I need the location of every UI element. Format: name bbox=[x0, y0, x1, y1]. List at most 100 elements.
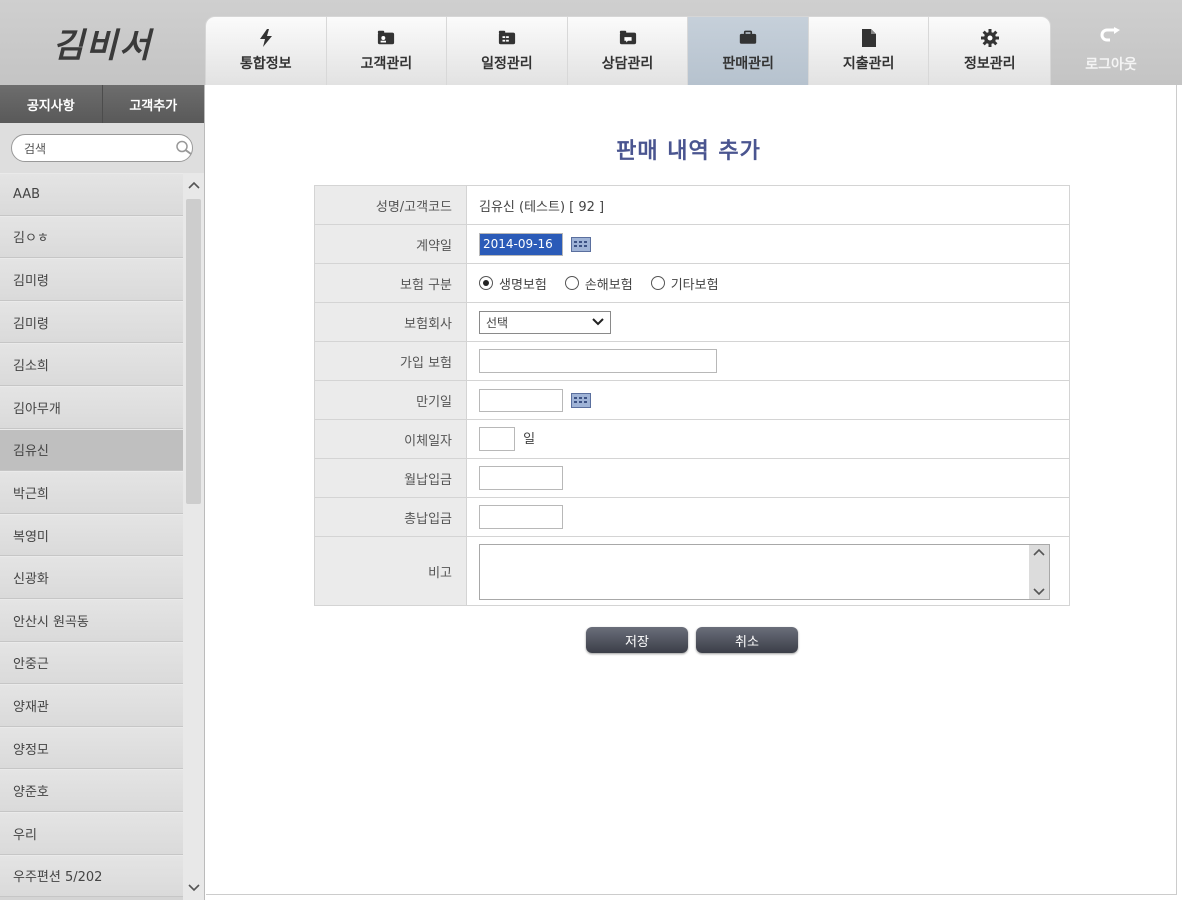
tab-expense-management[interactable]: 지출관리 bbox=[809, 17, 930, 85]
name-code-value: 김유신 (테스트) [ 92 ] bbox=[466, 185, 1070, 225]
select-value: 선택 bbox=[486, 315, 509, 330]
memo-textarea[interactable] bbox=[479, 544, 1050, 600]
briefcase-icon bbox=[739, 29, 757, 47]
tab-label: 일정관리 bbox=[481, 56, 533, 72]
customer-list-scrollbar[interactable] bbox=[183, 173, 204, 900]
radio-label: 기타보험 bbox=[670, 277, 719, 293]
tab-label: 지출관리 bbox=[842, 56, 895, 72]
sales-form: 성명/고객코드 김유신 (테스트) [ 92 ] 계약일 보험 구분 생명보험 bbox=[314, 185, 1070, 606]
search-box bbox=[11, 134, 193, 162]
scroll-thumb[interactable] bbox=[186, 199, 201, 504]
list-item-selected[interactable]: 김유신 bbox=[0, 428, 183, 472]
app-logo[interactable]: 김비서 bbox=[0, 0, 205, 85]
tab-integrated-info[interactable]: 통합정보 bbox=[206, 17, 327, 85]
chevron-down-icon bbox=[592, 318, 604, 326]
list-item[interactable]: 복영미 bbox=[0, 513, 183, 557]
field-label: 보험회사 bbox=[314, 302, 467, 342]
cancel-button[interactable]: 취소 bbox=[696, 627, 798, 653]
search-area bbox=[0, 123, 204, 173]
calendar-icon[interactable] bbox=[571, 392, 592, 408]
lightning-icon bbox=[257, 29, 275, 47]
tab-schedule-management[interactable]: 일정관리 bbox=[447, 17, 568, 85]
memo-scrollbar[interactable] bbox=[1029, 545, 1049, 599]
logout-arrow-icon bbox=[1100, 27, 1122, 48]
search-icon[interactable] bbox=[174, 140, 194, 156]
day-unit-label: 일 bbox=[523, 431, 536, 447]
list-item[interactable]: 우리 bbox=[0, 811, 183, 855]
list-item[interactable]: 신광화 bbox=[0, 556, 183, 599]
tab-label: 고객관리 bbox=[360, 56, 413, 72]
radio-life-insurance[interactable]: 생명보험 bbox=[479, 274, 547, 293]
tab-info-management[interactable]: 정보관리 bbox=[929, 17, 1050, 85]
list-item[interactable]: 김ㅇㅎ bbox=[0, 215, 183, 259]
field-label: 만기일 bbox=[314, 380, 467, 420]
page-title: 판매 내역 추가 bbox=[616, 139, 761, 164]
field-label: 보험 구분 bbox=[314, 263, 467, 303]
maturity-date-input[interactable] bbox=[479, 388, 563, 412]
field-label: 이체일자 bbox=[314, 419, 467, 459]
scroll-down-button[interactable] bbox=[183, 876, 204, 900]
main-content: 판매 내역 추가 성명/고객코드 김유신 (테스트) [ 92 ] 계약일 보험… bbox=[206, 85, 1177, 895]
logout-button[interactable]: 로그아웃 bbox=[1052, 16, 1170, 85]
list-item[interactable]: 박근희 bbox=[0, 471, 183, 514]
calendar-folder-icon bbox=[498, 29, 516, 47]
tab-label: 정보관리 bbox=[963, 56, 1016, 72]
monthly-payment-input[interactable] bbox=[479, 466, 563, 490]
list-item[interactable]: AAB bbox=[0, 173, 183, 216]
sidebar-actions: 공지사항 고객추가 bbox=[0, 85, 204, 123]
add-customer-button[interactable]: 고객추가 bbox=[103, 85, 205, 123]
search-input[interactable] bbox=[24, 141, 174, 155]
field-label: 가입 보험 bbox=[314, 341, 467, 381]
list-item[interactable]: 양재관 bbox=[0, 684, 183, 727]
list-item[interactable]: 우주편션 5/202 bbox=[0, 854, 183, 898]
tab-label: 통합정보 bbox=[240, 56, 292, 72]
insurance-company-select[interactable]: 선택 bbox=[479, 310, 611, 334]
main-nav: 통합정보 고객관리 일정관리 상담관리 판매관리 지출관리 정보관리 bbox=[205, 16, 1051, 85]
radio-other-insurance[interactable]: 기타보험 bbox=[650, 274, 719, 293]
save-button[interactable]: 저장 bbox=[586, 627, 688, 653]
list-item[interactable]: 김미령 bbox=[0, 258, 183, 301]
scroll-up-button[interactable] bbox=[183, 173, 204, 197]
chevron-down-icon bbox=[187, 884, 200, 892]
list-item[interactable]: 안중근 bbox=[0, 641, 183, 685]
field-label: 월납입금 bbox=[314, 458, 467, 498]
tab-customer-management[interactable]: 고객관리 bbox=[327, 17, 448, 85]
customer-sidebar: 공지사항 고객추가 AAB 김ㅇㅎ 김미령 김미령 김소희 김아무개 김유신 박… bbox=[0, 85, 205, 900]
chevron-down-icon[interactable] bbox=[1033, 588, 1045, 596]
contract-date-input[interactable] bbox=[479, 232, 563, 256]
radio-button[interactable] bbox=[564, 276, 579, 290]
gear-icon bbox=[980, 29, 999, 47]
tab-label: 판매관리 bbox=[722, 56, 774, 72]
consult-folder-icon bbox=[619, 29, 637, 47]
list-item[interactable]: 김미령 bbox=[0, 300, 183, 344]
field-label: 성명/고객코드 bbox=[314, 185, 467, 225]
tab-label: 상담관리 bbox=[601, 56, 654, 72]
chevron-up-icon bbox=[187, 181, 200, 189]
tab-consultation-management[interactable]: 상담관리 bbox=[568, 17, 689, 85]
radio-label: 생명보험 bbox=[499, 277, 547, 293]
app-header: 김비서 통합정보 고객관리 일정관리 상담관리 판매관리 지출관리 정보관리 로… bbox=[0, 0, 1182, 85]
field-label: 총납입금 bbox=[314, 497, 467, 537]
calendar-icon[interactable] bbox=[571, 236, 592, 252]
form-buttons: 저장 취소 bbox=[586, 627, 798, 653]
list-item[interactable]: 안산시 원곡동 bbox=[0, 598, 183, 642]
customer-list: AAB 김ㅇㅎ 김미령 김미령 김소희 김아무개 김유신 박근희 복영미 신광화… bbox=[0, 173, 183, 898]
chevron-up-icon[interactable] bbox=[1033, 548, 1045, 556]
notice-button[interactable]: 공지사항 bbox=[0, 85, 103, 123]
transfer-day-input[interactable] bbox=[479, 427, 515, 451]
radio-button[interactable] bbox=[650, 276, 665, 290]
list-item[interactable]: 양준호 bbox=[0, 769, 183, 812]
radio-label: 손해보험 bbox=[584, 277, 633, 293]
logout-label: 로그아웃 bbox=[1085, 57, 1137, 73]
radio-non-life-insurance[interactable]: 손해보험 bbox=[564, 274, 633, 293]
product-input[interactable] bbox=[479, 349, 717, 373]
tab-sales-management[interactable]: 판매관리 bbox=[688, 17, 809, 85]
total-payment-input[interactable] bbox=[479, 505, 563, 529]
radio-button[interactable] bbox=[479, 276, 493, 290]
field-label: 비고 bbox=[314, 536, 467, 606]
list-item[interactable]: 양정모 bbox=[0, 726, 183, 770]
list-item[interactable]: 김소희 bbox=[0, 343, 183, 386]
document-icon bbox=[860, 29, 878, 47]
list-item[interactable]: 김아무개 bbox=[0, 385, 183, 429]
field-label: 계약일 bbox=[314, 224, 467, 264]
